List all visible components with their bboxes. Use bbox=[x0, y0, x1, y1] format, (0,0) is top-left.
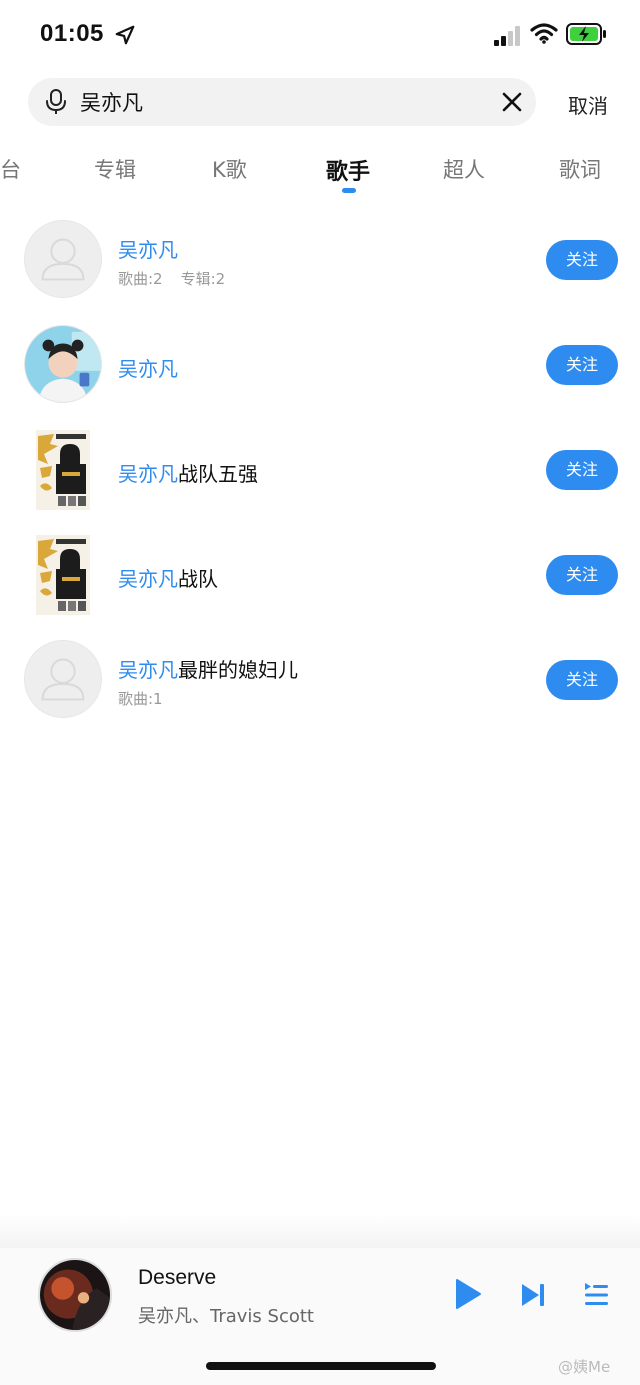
singer-photo-avatar bbox=[24, 325, 102, 403]
active-tab-indicator bbox=[342, 188, 356, 193]
follow-button[interactable]: 关注 bbox=[546, 240, 618, 280]
mini-player[interactable]: Deserve 吴亦凡、Travis Scott @姨Me bbox=[0, 1248, 640, 1385]
singer-name-highlight: 吴亦凡 bbox=[118, 462, 178, 486]
singer-name-rest: 战队 bbox=[178, 567, 218, 591]
list-item[interactable]: 吴亦凡战队 关注 bbox=[0, 525, 640, 625]
singer-meta: 歌曲:1 bbox=[118, 688, 163, 709]
status-time: 01:05 bbox=[40, 20, 104, 47]
singer-name: 吴亦凡最胖的媳妇儿 bbox=[118, 654, 298, 683]
list-item[interactable]: 吴亦凡战队五强 关注 bbox=[0, 420, 640, 520]
singer-name: 吴亦凡战队五强 bbox=[118, 458, 258, 487]
singer-name-highlight: 吴亦凡 bbox=[118, 357, 178, 381]
song-count: 歌曲:2 bbox=[118, 270, 163, 288]
default-avatar-icon bbox=[24, 640, 102, 718]
follow-button[interactable]: 关注 bbox=[546, 345, 618, 385]
list-item[interactable]: 吴亦凡最胖的媳妇儿 歌曲:1 关注 bbox=[0, 630, 640, 730]
home-indicator[interactable] bbox=[206, 1362, 436, 1370]
tab-lyrics[interactable]: 歌词 bbox=[559, 154, 601, 184]
team-poster-image bbox=[36, 430, 90, 510]
clear-icon[interactable] bbox=[500, 90, 524, 114]
list-item[interactable]: 吴亦凡 歌曲:2 专辑:2 关注 bbox=[0, 210, 640, 310]
watermark: @姨Me bbox=[558, 1358, 611, 1376]
singer-name-rest: 最胖的媳妇儿 bbox=[178, 658, 298, 682]
singer-name-highlight: 吴亦凡 bbox=[118, 567, 178, 591]
singer-name: 吴亦凡 bbox=[118, 234, 178, 263]
wifi-icon bbox=[530, 23, 558, 44]
tab-singers[interactable]: 歌手 bbox=[326, 154, 370, 186]
team-poster-image bbox=[36, 535, 90, 615]
song-count: 歌曲:1 bbox=[118, 690, 163, 708]
cellular-signal-icon bbox=[494, 26, 520, 46]
follow-button[interactable]: 关注 bbox=[546, 450, 618, 490]
album-cover[interactable] bbox=[38, 1258, 112, 1332]
tab-albums[interactable]: 专辑 bbox=[94, 154, 136, 184]
song-title: Deserve bbox=[138, 1266, 217, 1289]
singer-meta: 歌曲:2 专辑:2 bbox=[118, 268, 225, 289]
tab-karaoke[interactable]: K歌 bbox=[212, 154, 247, 184]
tab-radio[interactable]: 台 bbox=[0, 154, 21, 184]
album-count: 专辑:2 bbox=[180, 270, 226, 288]
cancel-button[interactable]: 取消 bbox=[568, 90, 608, 119]
play-icon[interactable] bbox=[454, 1278, 482, 1310]
battery-charging-icon bbox=[566, 23, 606, 45]
search-input[interactable] bbox=[80, 78, 480, 126]
player-divider bbox=[0, 1214, 640, 1248]
search-row: 取消 bbox=[0, 78, 640, 128]
tab-superman[interactable]: 超人 bbox=[443, 154, 485, 184]
location-arrow-icon bbox=[115, 25, 135, 45]
singer-name: 吴亦凡战队 bbox=[118, 563, 218, 592]
follow-button[interactable]: 关注 bbox=[546, 555, 618, 595]
playlist-icon[interactable] bbox=[584, 1282, 608, 1308]
singer-name-rest: 战队五强 bbox=[178, 462, 258, 486]
singer-name-highlight: 吴亦凡 bbox=[118, 658, 178, 682]
song-artist: 吴亦凡、Travis Scott bbox=[138, 1306, 314, 1327]
next-track-icon[interactable] bbox=[520, 1282, 546, 1308]
result-tabs: 台 专辑 K歌 歌手 超人 歌词 bbox=[0, 150, 640, 200]
list-item[interactable]: 吴亦凡 关注 bbox=[0, 315, 640, 415]
singer-name: 吴亦凡 bbox=[118, 353, 178, 382]
follow-button[interactable]: 关注 bbox=[546, 660, 618, 700]
voice-search-icon[interactable] bbox=[44, 88, 68, 116]
status-bar: 01:05 bbox=[0, 0, 640, 70]
search-box[interactable] bbox=[28, 78, 536, 126]
default-avatar-icon bbox=[24, 220, 102, 298]
singer-name-highlight: 吴亦凡 bbox=[118, 238, 178, 262]
